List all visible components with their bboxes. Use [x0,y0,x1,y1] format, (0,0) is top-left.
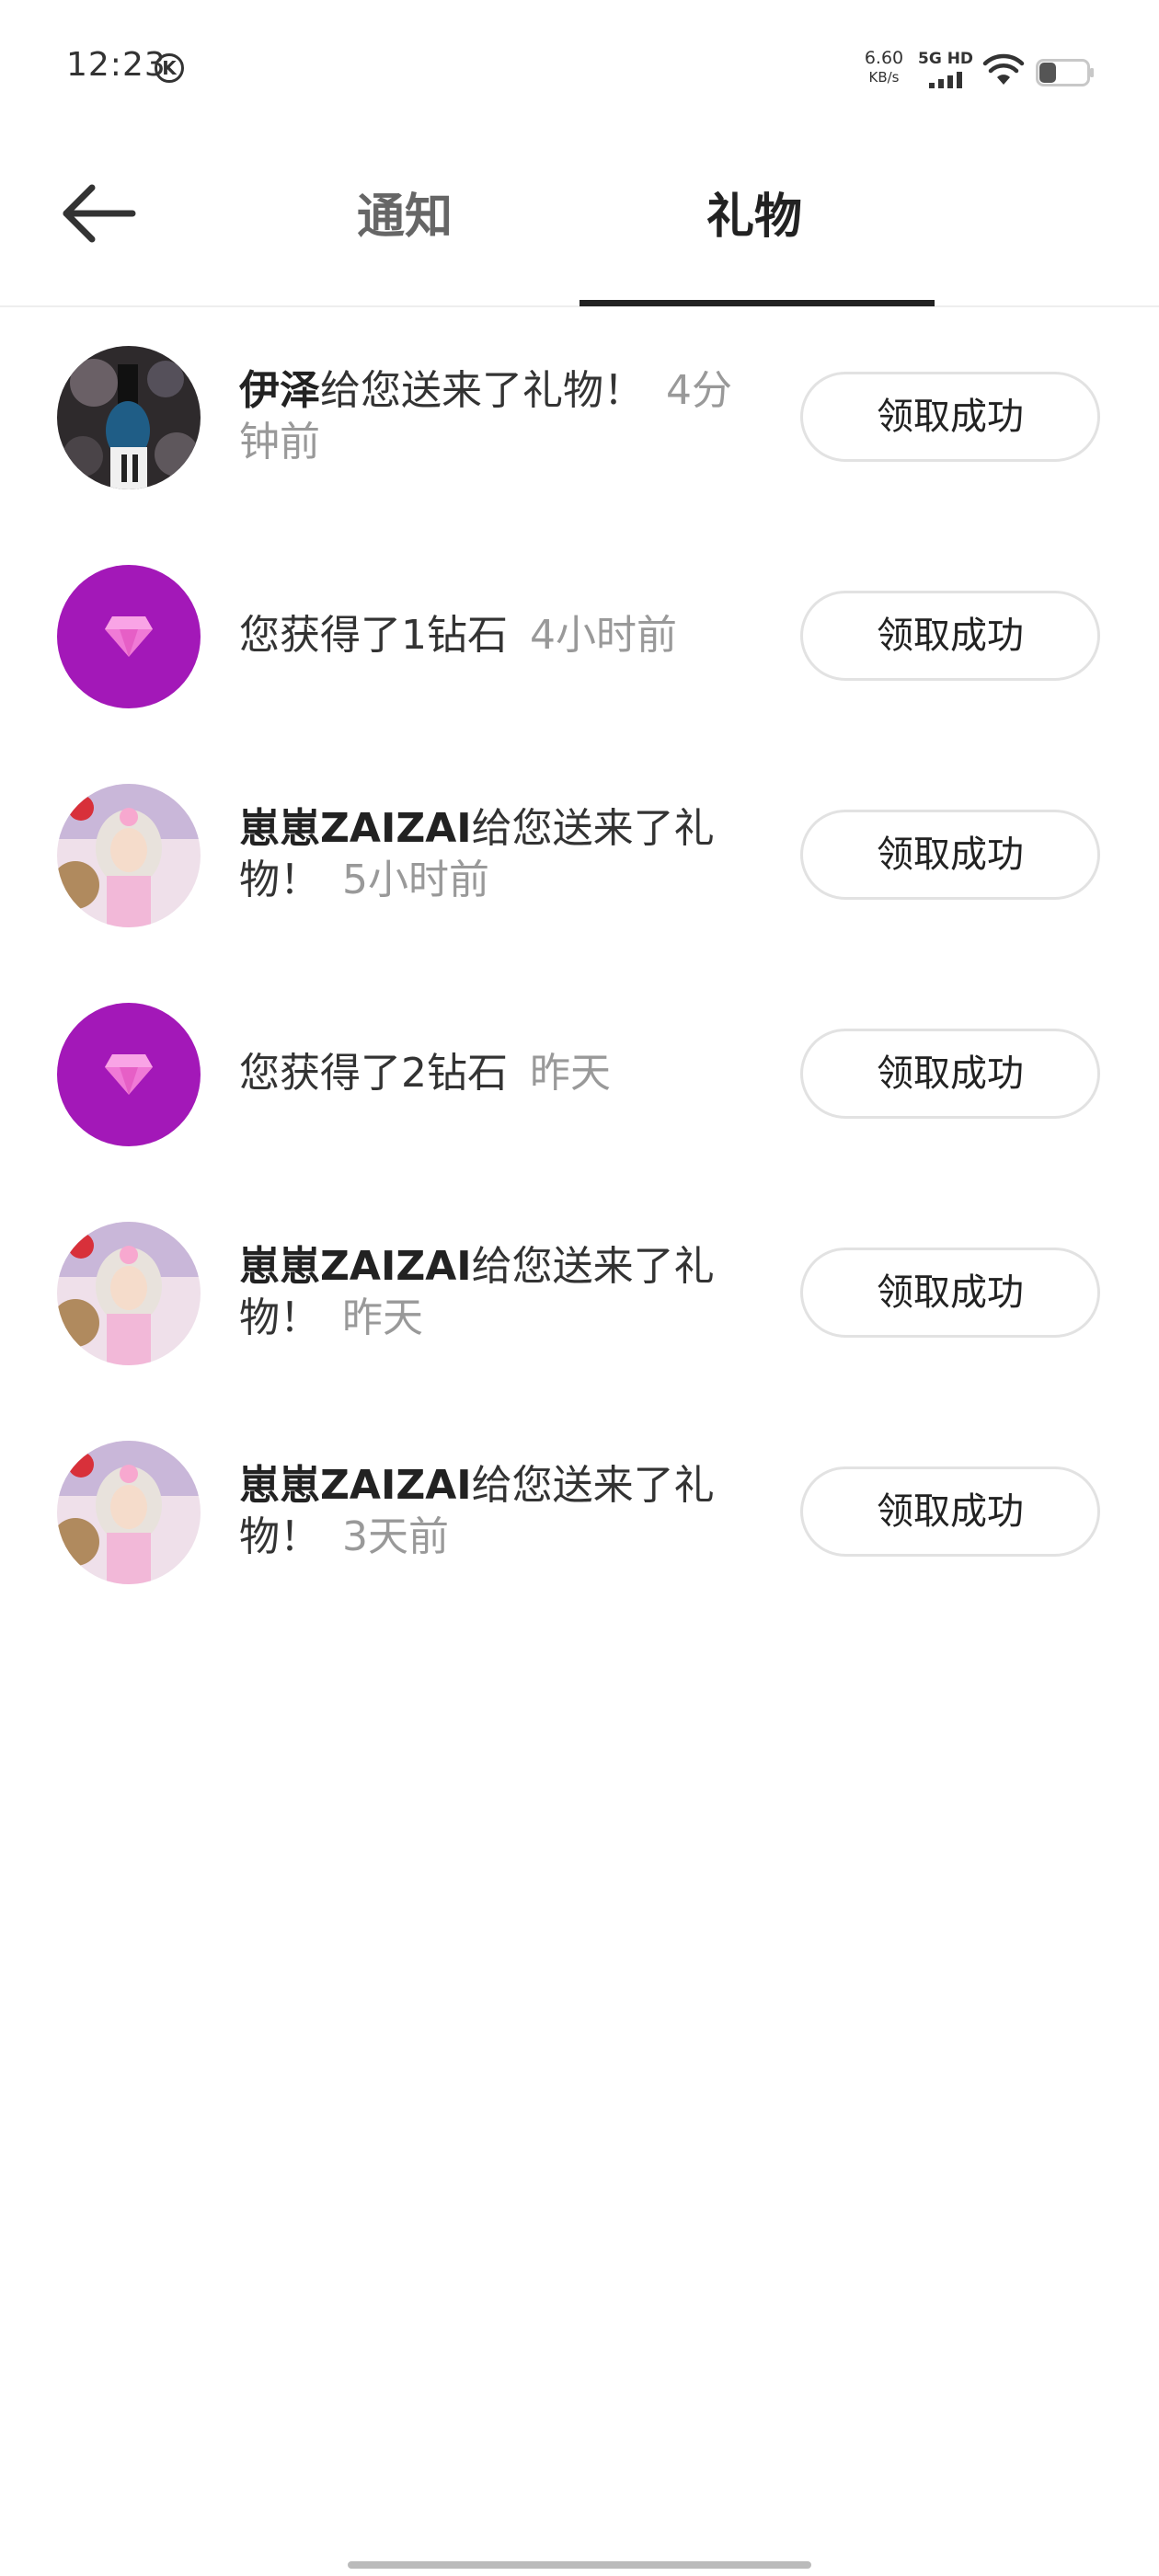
gift-message: 您获得了2钻石 昨天 [239,964,754,1183]
list-item: 您获得了2钻石 昨天 领取成功 [0,964,1159,1183]
network-speed: 6.60 KB/s [861,48,907,86]
list-item: 您获得了1钻石 4小时前 领取成功 [0,526,1159,745]
network-speed-unit: KB/s [868,69,900,86]
back-arrow-icon [63,184,136,243]
list-item: 崽崽ZAIZAI给您送来了礼物！ 3天前 领取成功 [0,1402,1159,1621]
avatar[interactable] [57,1441,201,1584]
gift-message: 伊泽给您送来了礼物！ 4分钟前 [239,307,754,526]
timestamp: 4小时前 [530,612,677,659]
claim-button[interactable]: 领取成功 [800,1466,1100,1557]
avatar [57,565,201,708]
avatar [57,1003,201,1146]
wifi-icon [982,53,1025,85]
timestamp: 3天前 [342,1513,449,1560]
claim-button[interactable]: 领取成功 [800,1029,1100,1119]
diamond-icon [105,616,153,657]
timestamp: 5小时前 [342,857,489,903]
avatar[interactable] [57,1222,201,1365]
claim-button[interactable]: 领取成功 [800,1248,1100,1338]
claim-button[interactable]: 领取成功 [800,810,1100,900]
avatar[interactable] [57,784,201,927]
avatar[interactable] [57,346,201,489]
gift-message: 崽崽ZAIZAI给您送来了礼物！ 5小时前 [239,745,754,964]
network-speed-value: 6.60 [864,48,904,68]
timestamp: 昨天 [342,1294,423,1341]
battery-icon [1036,59,1094,86]
diamond-icon [105,1054,153,1095]
tab-gifts[interactable]: 礼物 [662,180,846,254]
top-header: 通知 礼物 [0,138,1159,307]
sender-name: 崽崽ZAIZAI [239,1243,472,1290]
back-button[interactable] [55,175,147,252]
claim-button[interactable]: 领取成功 [800,591,1100,681]
gift-message: 崽崽ZAIZAI给您送来了礼物！ 3天前 [239,1402,754,1621]
k-app-icon: K [155,53,184,83]
gift-message: 您获得了1钻石 4小时前 [239,526,754,745]
sender-name: 崽崽ZAIZAI [239,805,472,852]
gift-list: 伊泽给您送来了礼物！ 4分钟前 领取成功 您获得了1钻石 4小时前 领取成功 崽… [0,307,1159,1621]
message-text: 您获得了2钻石 [239,1050,508,1097]
gift-message: 崽崽ZAIZAI给您送来了礼物！ 昨天 [239,1183,754,1402]
signal-icon [929,72,975,88]
timestamp: 昨天 [530,1050,611,1097]
network-type-label: 5G HD [918,50,974,68]
sender-name: 伊泽 [239,367,320,414]
message-text: 您获得了1钻石 [239,612,508,659]
list-item: 崽崽ZAIZAI给您送来了礼物！ 昨天 领取成功 [0,1183,1159,1402]
tab-notifications[interactable]: 通知 [313,180,497,254]
sender-name: 崽崽ZAIZAI [239,1462,472,1509]
home-indicator[interactable] [348,2561,811,2569]
claim-button[interactable]: 领取成功 [800,372,1100,462]
active-tab-indicator [580,300,935,306]
list-item: 伊泽给您送来了礼物！ 4分钟前 领取成功 [0,307,1159,526]
message-text: 给您送来了礼物！ [320,367,644,414]
status-bar: 12:23 K 6.60 KB/s 5G HD [0,0,1159,138]
list-item: 崽崽ZAIZAI给您送来了礼物！ 5小时前 领取成功 [0,745,1159,964]
status-time: 12:23 [66,46,166,84]
cellular-status: 5G HD [918,50,975,88]
